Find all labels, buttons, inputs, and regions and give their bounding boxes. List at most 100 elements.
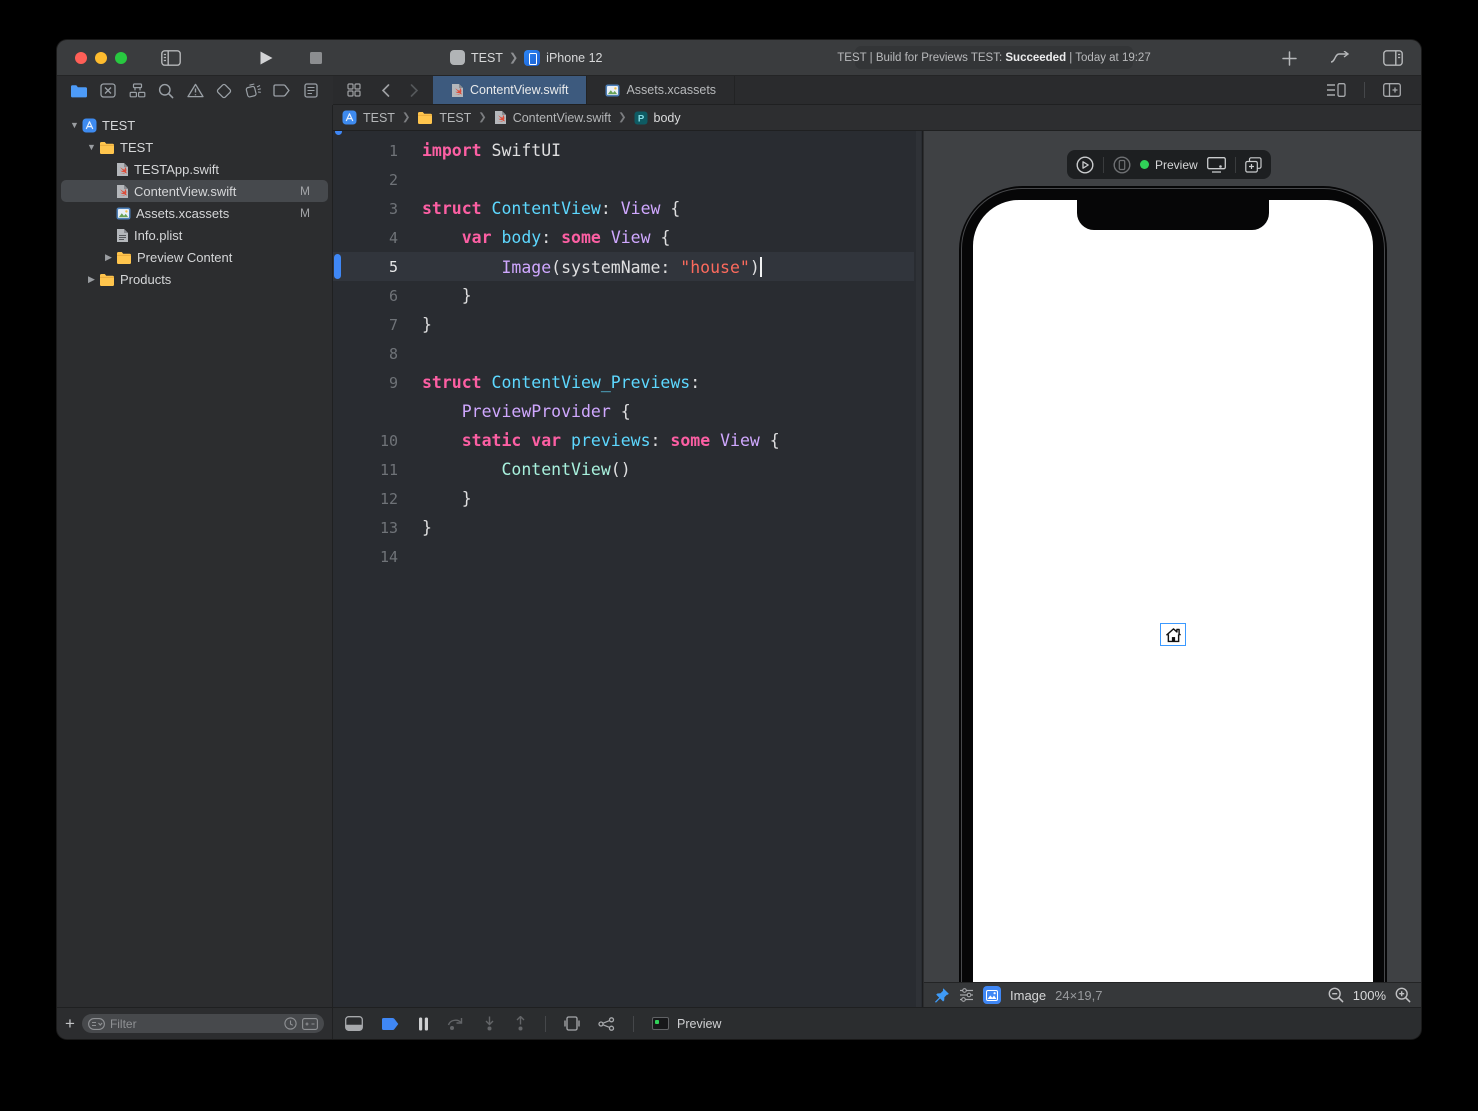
step-into-icon[interactable]	[483, 1016, 496, 1031]
breadcrumb-separator: ❯	[402, 112, 410, 123]
code-token: {	[760, 431, 780, 450]
recent-files-clock-icon[interactable]	[284, 1017, 297, 1030]
code-token	[482, 373, 492, 392]
code-token: Image	[501, 258, 551, 277]
line-number: 4	[333, 229, 407, 247]
find-navigator-icon[interactable]	[156, 81, 176, 101]
go-back-icon[interactable]	[373, 78, 398, 102]
breakpoints-toggle-icon[interactable]	[381, 1017, 400, 1031]
code-review-button[interactable]	[1321, 46, 1359, 70]
line-number: 12	[333, 490, 407, 508]
run-destination: iPhone 12	[546, 51, 602, 65]
code-text: }	[407, 286, 472, 305]
add-file-button[interactable]: +	[65, 1015, 75, 1032]
duplicate-preview-button[interactable]	[1245, 157, 1262, 173]
sidebar-item-preview-content[interactable]: ▶Preview Content	[61, 246, 328, 268]
stop-button[interactable]	[302, 46, 330, 70]
add-editor-icon[interactable]	[1375, 78, 1409, 102]
preview-on-device-button[interactable]	[1113, 156, 1131, 174]
breadcrumb-body[interactable]: Pbody	[634, 111, 681, 125]
selection-attributes-icon[interactable]	[959, 988, 974, 1002]
tab-label: ContentView.swift	[470, 83, 568, 97]
hide-debug-area-icon[interactable]	[345, 1016, 363, 1031]
breadcrumb-label: ContentView.swift	[513, 111, 611, 125]
zoom-window-button[interactable]	[115, 52, 127, 64]
status-time: | Today at 19:27	[1066, 52, 1151, 64]
adjust-editor-options-icon[interactable]	[1318, 78, 1354, 102]
breadcrumb-test[interactable]: TEST	[417, 111, 471, 125]
preview-process-icon	[652, 1017, 669, 1030]
zoom-in-icon[interactable]	[1395, 987, 1411, 1003]
source-editor[interactable]: 1import SwiftUI23struct ContentView: Vie…	[333, 131, 923, 1007]
breakpoint-navigator-icon[interactable]	[272, 81, 292, 101]
selected-image-view[interactable]	[1160, 623, 1186, 646]
scheme-selector[interactable]: TEST ❯ iPhone 12	[450, 50, 602, 66]
source-control-navigator-icon[interactable]	[98, 81, 118, 101]
code-text: var body: some View {	[407, 228, 670, 247]
test-navigator-icon[interactable]	[214, 81, 234, 101]
sidebar-item-test[interactable]: ▼ TEST	[61, 114, 328, 136]
sidebar-item-label: TEST	[102, 118, 135, 133]
view-debugger-icon[interactable]	[564, 1016, 580, 1031]
document-proxy-icon	[450, 50, 465, 65]
code-text: Image(systemName: "house")	[407, 257, 762, 277]
zoom-out-icon[interactable]	[1328, 987, 1344, 1003]
selected-element-label: Image	[1010, 988, 1046, 1003]
swift-icon	[116, 184, 129, 199]
toggle-inspectors-icon[interactable]	[1375, 46, 1411, 70]
sidebar-item-assets-xcassets[interactable]: Assets.xcassetsM	[61, 202, 328, 224]
breadcrumb-contentview-swift[interactable]: ContentView.swift	[494, 110, 611, 125]
close-window-button[interactable]	[75, 52, 87, 64]
code-token: body	[502, 228, 542, 247]
code-line-12: 12 }	[333, 484, 914, 513]
svg-text:P: P	[637, 113, 644, 124]
related-items-icon[interactable]	[339, 78, 369, 102]
sidebar-item-contentview-swift[interactable]: ContentView.swiftM	[61, 180, 328, 202]
chevron-down-icon[interactable]: ▼	[86, 142, 97, 152]
folder-icon	[99, 273, 115, 286]
tab-label: Assets.xcassets	[626, 83, 716, 97]
tab-contentview-swift[interactable]: ContentView.swift	[433, 76, 587, 104]
chevron-right-icon[interactable]: ▶	[86, 274, 97, 285]
sidebar-item-products[interactable]: ▶Products	[61, 268, 328, 290]
run-button[interactable]	[251, 46, 282, 70]
filter-field[interactable]: Filter	[82, 1014, 324, 1033]
issue-navigator-icon[interactable]	[185, 81, 205, 101]
source-control-status-badge: M	[300, 206, 310, 220]
memory-graph-icon[interactable]	[598, 1017, 615, 1031]
editor-scrollbar[interactable]	[916, 131, 921, 1007]
minimize-window-button[interactable]	[95, 52, 107, 64]
sidebar-item-info-plist[interactable]: Info.plist	[61, 224, 328, 246]
code-token	[422, 228, 462, 247]
toggle-navigator-icon[interactable]	[153, 46, 189, 70]
add-library-button[interactable]	[1274, 46, 1305, 70]
chevron-right-icon[interactable]: ▶	[103, 252, 114, 263]
chevron-down-icon[interactable]: ▼	[69, 120, 80, 130]
source-control-status-badge: M	[300, 184, 310, 198]
code-token: ContentView_Previews	[492, 373, 691, 392]
symbol-navigator-icon[interactable]	[127, 81, 147, 101]
report-navigator-icon[interactable]	[301, 81, 321, 101]
text-cursor	[760, 257, 762, 277]
tab-assets-xcassets[interactable]: Assets.xcassets	[587, 76, 735, 104]
source-control-status-icon[interactable]	[302, 1018, 318, 1030]
step-over-icon[interactable]	[447, 1017, 465, 1030]
step-out-icon[interactable]	[514, 1016, 527, 1031]
iphone-12-device-frame	[959, 186, 1387, 982]
code-token: ()	[611, 460, 631, 479]
live-preview-button[interactable]	[1076, 156, 1094, 174]
debug-navigator-icon[interactable]	[243, 81, 263, 101]
zoom-level[interactable]: 100%	[1353, 988, 1386, 1003]
sidebar-item-test[interactable]: ▼TEST	[61, 136, 328, 158]
device-notch	[1077, 200, 1269, 230]
activity-status: TEST | Build for Previews TEST: Succeede…	[855, 46, 1133, 69]
code-token	[422, 460, 501, 479]
breadcrumb-test[interactable]: TEST	[342, 110, 395, 125]
debug-process-label: Preview	[677, 1017, 721, 1031]
pause-execution-icon[interactable]	[418, 1017, 429, 1031]
preview-environment-button[interactable]	[1207, 157, 1226, 173]
sidebar-item-testapp-swift[interactable]: TESTApp.swift	[61, 158, 328, 180]
project-navigator-icon[interactable]	[69, 81, 89, 101]
pin-preview-icon[interactable]	[934, 987, 950, 1003]
go-forward-icon[interactable]	[402, 78, 427, 102]
